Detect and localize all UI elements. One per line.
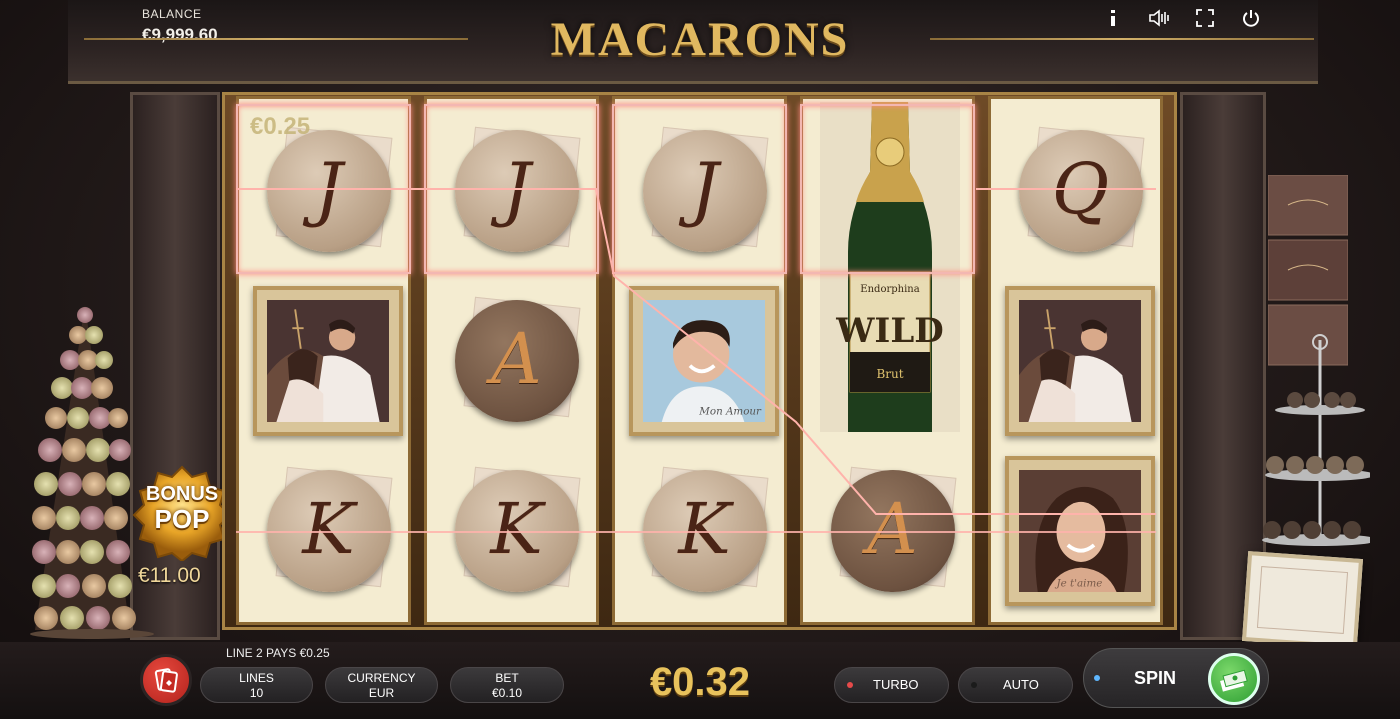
symbol-cell: Je t'aime	[988, 446, 1171, 616]
spin-button[interactable]: SPIN	[1083, 648, 1269, 708]
svg-text:WILD: WILD	[835, 311, 943, 351]
power-icon[interactable]	[1240, 7, 1262, 29]
bonus-text: BONUS POP	[130, 483, 234, 533]
top-icons	[1102, 7, 1262, 29]
symbol-glyph: J	[690, 148, 719, 230]
photo-woman-symbol: Je t'aime	[1004, 456, 1155, 606]
lines-value: 10	[249, 686, 264, 700]
paytable-button[interactable]	[140, 654, 192, 706]
photo-couple-symbol	[252, 286, 403, 436]
bonus-line2: POP	[154, 504, 210, 534]
svg-text:Je t'aime: Je t'aime	[1054, 577, 1102, 589]
macaron-symbol: K	[451, 466, 581, 594]
photo-man-symbol: Mon Amour	[628, 286, 779, 436]
auto-indicator	[971, 682, 977, 688]
symbol-cell: A	[424, 276, 607, 446]
bonus-amount: €11.00	[138, 564, 201, 587]
macaron-symbol: J	[639, 126, 769, 254]
symbol-cell	[236, 276, 419, 446]
symbol-cell: A	[800, 446, 983, 616]
macaron-symbol: A	[827, 466, 957, 594]
symbol-glyph: J	[314, 148, 343, 230]
bonus-pop-badge[interactable]: BONUS POP	[130, 465, 234, 561]
line-info: LINE 2 PAYS €0.25	[226, 646, 330, 660]
menu-sign-decoration	[1242, 551, 1363, 649]
symbol-glyph: A	[867, 488, 918, 570]
svg-text:Endorphina: Endorphina	[860, 284, 919, 295]
macaron-symbol: Q	[1015, 126, 1145, 254]
currency-selector[interactable]: CURRENCY EUR	[325, 667, 438, 703]
symbol-glyph: K	[678, 488, 731, 570]
auto-toggle[interactable]: AUTO	[958, 667, 1073, 703]
reel-4: Endorphina WILD Brut A	[800, 96, 975, 625]
symbol-glyph: A	[491, 318, 542, 400]
volume-icon[interactable]	[1148, 7, 1170, 29]
bet-selector[interactable]: BET €0.10	[450, 667, 564, 703]
symbol-cell: Q	[988, 106, 1171, 276]
lines-label: LINES	[239, 671, 274, 685]
line-win-amount: €0.25	[250, 113, 311, 140]
macaron-symbol: J	[451, 126, 581, 254]
spin-label: SPIN	[1134, 668, 1177, 688]
macaron-symbol: A	[451, 296, 581, 424]
reel-5: Q Je t'aime	[988, 96, 1163, 625]
lines-selector[interactable]: LINES 10	[200, 667, 313, 703]
currency-value: EUR	[368, 686, 395, 700]
symbol-glyph: K	[490, 488, 543, 570]
symbol-glyph: Q	[1051, 148, 1110, 230]
auto-label: AUTO	[1003, 677, 1039, 692]
symbol-cell: J	[612, 106, 795, 276]
macaron-symbol: J	[263, 126, 393, 254]
currency-label: CURRENCY	[347, 671, 416, 685]
symbol-cell: Mon Amour	[612, 276, 795, 446]
total-win: €0.32	[649, 660, 751, 704]
symbol-glyph: J	[502, 148, 531, 230]
macaron-symbol: K	[263, 466, 393, 594]
svg-text:Mon Amour: Mon Amour	[698, 405, 762, 417]
symbol-cell: J	[424, 106, 607, 276]
cards-icon	[154, 668, 178, 693]
svg-text:Brut: Brut	[876, 367, 903, 381]
cash-stack-icon	[1220, 669, 1248, 692]
spin-round-button[interactable]	[1208, 653, 1260, 705]
symbol-cell	[988, 276, 1171, 446]
game-stage: BALANCE €9,999.60 MACARONS BONUS POP €11…	[0, 0, 1400, 719]
cake-stand-decoration	[1262, 334, 1370, 546]
reel-1: JK	[236, 96, 411, 625]
photo-couple-symbol	[1004, 286, 1155, 436]
symbol-cell: K	[424, 446, 607, 616]
fullscreen-icon[interactable]	[1194, 7, 1216, 29]
symbol-cell: K	[236, 446, 419, 616]
reel-2: J A K	[424, 96, 599, 625]
macaron-symbol: K	[639, 466, 769, 594]
bet-value: €0.10	[491, 686, 523, 700]
turbo-toggle[interactable]: TURBO	[834, 667, 949, 703]
turbo-indicator	[847, 682, 853, 688]
spin-indicator	[1094, 675, 1100, 681]
bonus-line1: BONUS	[145, 483, 219, 505]
bet-label: BET	[495, 671, 519, 685]
info-icon[interactable]	[1102, 7, 1124, 29]
symbol-cell: K	[612, 446, 795, 616]
turbo-label: TURBO	[873, 677, 919, 692]
reel-3: J Mon Amour K	[612, 96, 787, 625]
symbol-glyph: K	[302, 488, 355, 570]
wild-symbol: Endorphina WILD Brut	[820, 102, 960, 432]
